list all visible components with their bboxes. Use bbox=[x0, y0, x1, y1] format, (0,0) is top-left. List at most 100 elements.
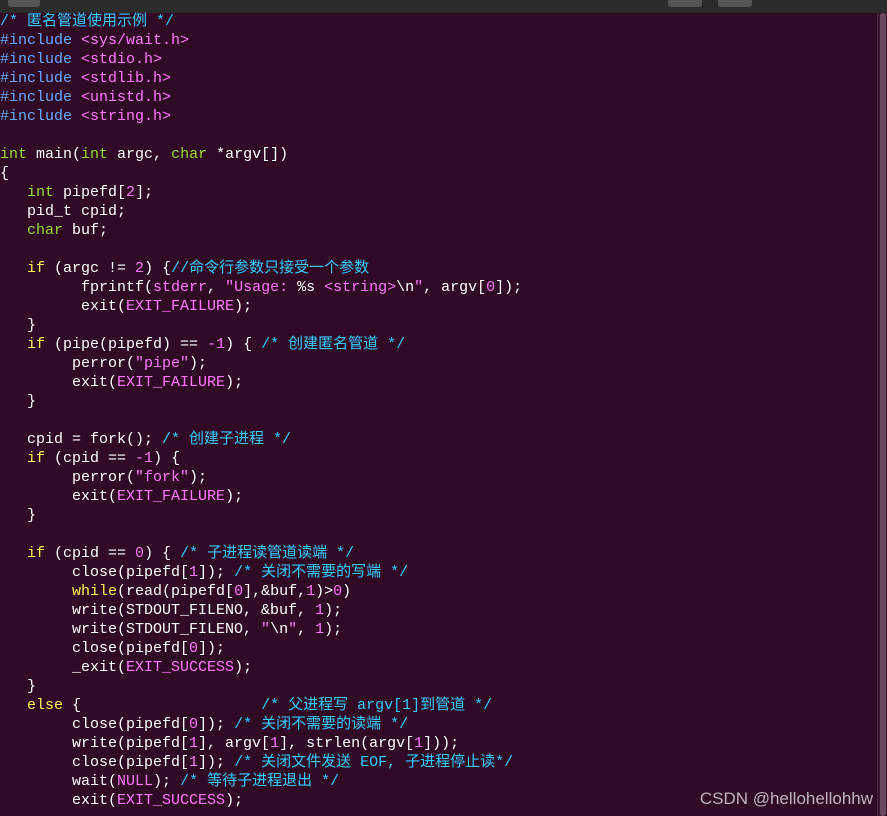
code-token-text: *argv[]) bbox=[207, 146, 289, 163]
code-token-comment: /* 父进程写 argv[1]到管道 */ bbox=[261, 697, 493, 714]
code-line: write(pipefd[1], argv[1], strlen(argv[1]… bbox=[0, 734, 877, 753]
code-line: close(pipefd[0]); /* 关闭不需要的读端 */ bbox=[0, 715, 877, 734]
code-token-text: close(pipefd[ bbox=[0, 640, 190, 657]
code-token-header: <string.h> bbox=[81, 108, 172, 125]
code-token-text: ) bbox=[342, 583, 352, 600]
code-token-text: { bbox=[63, 697, 262, 714]
code-token-type: int bbox=[27, 184, 55, 201]
code-line: int main(int argc, char *argv[]) bbox=[0, 145, 877, 164]
code-token-string: "Usage: bbox=[225, 279, 298, 296]
code-token-text: )> bbox=[315, 583, 334, 600]
code-token-string: " bbox=[414, 279, 424, 296]
code-token-text: perror( bbox=[0, 469, 136, 486]
code-line: if (cpid == 0) { /* 子进程读管道读端 */ bbox=[0, 544, 877, 563]
code-token-text: ]; bbox=[135, 184, 154, 201]
code-token-preproc: #include bbox=[0, 32, 82, 49]
code-token-text: (argc != bbox=[45, 260, 136, 277]
code-token-number: 0 bbox=[189, 716, 199, 733]
code-token-type: char bbox=[27, 222, 64, 239]
code-token-text: \n bbox=[270, 621, 289, 638]
code-token-number: -1 bbox=[135, 450, 154, 467]
code-token-text: ], strlen(argv[ bbox=[279, 735, 415, 752]
top-right-button-1[interactable] bbox=[668, 0, 702, 7]
code-token-text: ],&buf, bbox=[243, 583, 307, 600]
code-line: fprintf(stderr, "Usage: %s <string>\n", … bbox=[0, 278, 877, 297]
code-token-text: ) { bbox=[153, 450, 181, 467]
code-token-text: \n bbox=[396, 279, 415, 296]
code-token-text: %s bbox=[297, 279, 325, 296]
code-token-text: ]); bbox=[495, 279, 523, 296]
code-token-number: 1 bbox=[306, 583, 316, 600]
code-token-const: stderr bbox=[153, 279, 208, 296]
code-line: if (pipe(pipefd) == -1) { /* 创建匿名管道 */ bbox=[0, 335, 877, 354]
code-token-keyword: if bbox=[27, 260, 46, 277]
code-token-comment: /* 关闭不需要的读端 */ bbox=[234, 716, 409, 733]
code-line: write(STDOUT_FILENO, "\n", 1); bbox=[0, 620, 877, 639]
code-line: { bbox=[0, 164, 877, 183]
code-token-text: ); bbox=[225, 792, 244, 809]
code-token-number: 1 bbox=[189, 735, 199, 752]
code-token-type: int bbox=[0, 146, 28, 163]
code-token-text: ); bbox=[225, 374, 244, 391]
code-token-text: ]); bbox=[198, 564, 235, 581]
code-token-text: ], argv[ bbox=[198, 735, 271, 752]
code-line: exit(EXIT_FAILURE); bbox=[0, 297, 877, 316]
code-token-comment: /* 等待子进程退出 */ bbox=[180, 773, 340, 790]
code-token-text: ); bbox=[225, 488, 244, 505]
code-line: else { /* 父进程写 argv[1]到管道 */ bbox=[0, 696, 877, 715]
top-right-button-2[interactable] bbox=[718, 0, 752, 7]
code-token-header: <stdlib.h> bbox=[81, 70, 172, 87]
code-line: } bbox=[0, 506, 877, 525]
code-token-const: NULL bbox=[117, 773, 154, 790]
code-token-text: , bbox=[207, 279, 226, 296]
code-line: close(pipefd[1]); /* 关闭不需要的写端 */ bbox=[0, 563, 877, 582]
code-token-text: } bbox=[0, 317, 37, 334]
code-token-keyword: while bbox=[72, 583, 118, 600]
code-token-text: _exit( bbox=[0, 659, 127, 676]
code-token-keyword: if bbox=[27, 336, 46, 353]
code-token-number: 2 bbox=[135, 260, 145, 277]
code-token-preproc: #include bbox=[0, 51, 82, 68]
code-token-number: 1 bbox=[189, 564, 199, 581]
code-editor[interactable]: /* 匿名管道使用示例 */#include <sys/wait.h> #incl… bbox=[0, 12, 877, 810]
code-token-text: fprintf( bbox=[0, 279, 154, 296]
code-line: cpid = fork(); /* 创建子进程 */ bbox=[0, 430, 877, 449]
code-token-number: 0 bbox=[189, 640, 199, 657]
code-token-text: ); bbox=[234, 659, 253, 676]
code-token-number: 1 bbox=[414, 735, 424, 752]
top-tab-button[interactable] bbox=[8, 0, 40, 7]
code-token-text: (cpid == bbox=[45, 545, 136, 562]
code-token-text: write(pipefd[ bbox=[0, 735, 190, 752]
code-token-string: " bbox=[261, 621, 271, 638]
scrollbar-thumb[interactable] bbox=[880, 13, 886, 816]
code-token-number: 1 bbox=[315, 602, 325, 619]
code-token-header: <unistd.h> bbox=[81, 89, 172, 106]
code-token-preproc: #include bbox=[0, 70, 82, 87]
code-token-text: close(pipefd[ bbox=[0, 754, 190, 771]
code-token-text: exit( bbox=[0, 792, 118, 809]
code-token-text: } bbox=[0, 393, 37, 410]
code-token-text: { bbox=[0, 165, 10, 182]
code-line: exit(EXIT_FAILURE); bbox=[0, 487, 877, 506]
code-token-string: <string> bbox=[324, 279, 397, 296]
code-token-preproc: #include bbox=[0, 89, 82, 106]
code-token-text: wait( bbox=[0, 773, 118, 790]
code-line: #include <string.h> bbox=[0, 107, 877, 126]
code-token-text: pid_t cpid; bbox=[0, 203, 127, 220]
code-token-text: ]); bbox=[198, 716, 235, 733]
code-token-text: exit( bbox=[0, 488, 118, 505]
code-token-text: , argv[ bbox=[423, 279, 487, 296]
code-line: close(pipefd[0]); bbox=[0, 639, 877, 658]
code-token-text: ]); bbox=[198, 754, 235, 771]
code-token-const: EXIT_SUCCESS bbox=[126, 659, 235, 676]
vertical-scrollbar[interactable] bbox=[877, 13, 887, 816]
code-token-text: ])); bbox=[423, 735, 460, 752]
code-token-comment: //命令行参数只接受一个参数 bbox=[171, 260, 370, 277]
code-token-preproc: #include bbox=[0, 108, 82, 125]
